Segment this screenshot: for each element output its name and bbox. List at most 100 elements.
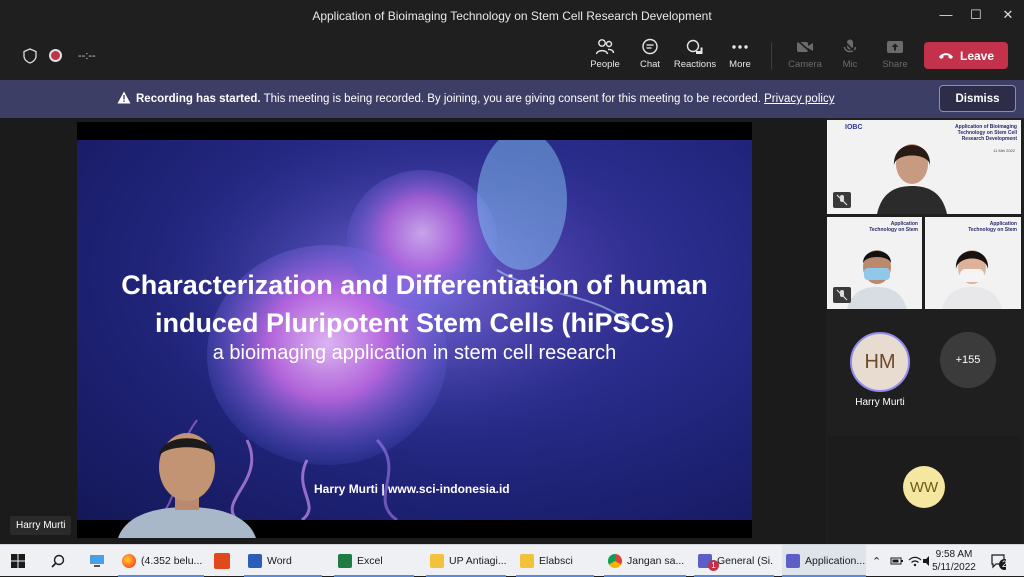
- clock-date: 5/11/2022: [932, 562, 976, 573]
- recording-banner: Recording has started. This meeting is b…: [0, 80, 1024, 118]
- audio-participant-tile[interactable]: WW: [827, 436, 1021, 544]
- presenter-video: [118, 433, 256, 538]
- notification-count: 2: [999, 559, 1006, 570]
- taskbar-label: Elabsci: [539, 555, 573, 567]
- camera-off-icon: [796, 39, 814, 55]
- recording-message-bold: Recording has started.: [136, 93, 261, 105]
- taskbar-firefox[interactable]: (4.352 belu...: [118, 545, 204, 577]
- slide-title-line2: induced Pluripotent Stem Cells (hiPSCs): [154, 308, 675, 338]
- share-label: Share: [882, 59, 908, 70]
- start-button[interactable]: [10, 545, 26, 577]
- participant-video-tile[interactable]: Application Technology on Stem: [827, 217, 922, 309]
- taskbar-label: Jangan sa...: [627, 555, 685, 567]
- battery-icon: [890, 557, 903, 565]
- pdf-reader-icon: [214, 553, 230, 569]
- taskbar-chrome[interactable]: Jangan sa...: [604, 545, 686, 577]
- participant-avatar-ww: WW: [903, 466, 945, 508]
- taskbar-word[interactable]: Word: [244, 545, 322, 577]
- participant-video-tile[interactable]: IOBC Application of Bioimaging Technolog…: [827, 120, 1021, 214]
- taskbar-teams-general[interactable]: 1 General (Si...: [694, 545, 774, 577]
- main-stage: Characterization and Differentiation of …: [0, 118, 826, 544]
- share-button[interactable]: Share: [872, 38, 918, 78]
- window-title: Application of Bioimaging Technology on …: [312, 9, 712, 23]
- presenter-name-tag: Harry Murti: [10, 516, 72, 535]
- chat-label: Chat: [639, 59, 661, 70]
- taskbar-app-pdf[interactable]: [214, 545, 230, 577]
- chrome-icon: [608, 554, 622, 568]
- recording-message-text: This meeting is being recorded. By joini…: [260, 93, 765, 105]
- avatar-initials: WW: [909, 478, 939, 496]
- toolbar-divider: [771, 42, 772, 70]
- recording-indicator-icon: [49, 49, 62, 62]
- people-button[interactable]: People: [582, 38, 628, 78]
- window-titlebar: Application of Bioimaging Technology on …: [0, 0, 1024, 32]
- maximize-button[interactable]: ☐: [960, 4, 992, 26]
- taskbar-excel[interactable]: Excel: [334, 545, 414, 577]
- tile-slide-header: Application Technology on Stem: [968, 221, 1017, 233]
- taskbar-label: Word: [267, 555, 292, 567]
- avatar-initials: HM: [864, 350, 896, 373]
- taskbar-label: Excel: [357, 555, 383, 567]
- tile-slide-date: 11 Mei 2022: [993, 148, 1015, 153]
- close-button[interactable]: ✕: [992, 4, 1024, 26]
- more-icon: [732, 45, 748, 49]
- taskbar-folder-up-antiaging[interactable]: UP Antiagi...: [426, 545, 506, 577]
- warning-icon: [117, 91, 131, 104]
- taskbar-label: UP Antiagi...: [449, 555, 506, 567]
- minimize-button[interactable]: —: [930, 4, 962, 26]
- more-button[interactable]: More: [717, 38, 763, 78]
- notification-center-button[interactable]: 2: [990, 545, 1006, 577]
- shield-icon: [23, 48, 37, 69]
- reactions-icon: [686, 39, 703, 54]
- chevron-up-icon: ⌃: [872, 555, 882, 568]
- participant-avatar-hm[interactable]: HM: [850, 332, 910, 392]
- slide-footer: Harry Murti | www.sci-indonesia.id: [314, 482, 510, 496]
- participant-video: [877, 144, 947, 214]
- leave-button[interactable]: Leave: [924, 42, 1008, 69]
- show-hidden-icons-button[interactable]: ⌃: [872, 545, 881, 577]
- taskbar-label: (4.352 belu...: [141, 555, 203, 567]
- excel-icon: [338, 554, 352, 568]
- taskbar-label: Application...: [805, 555, 866, 567]
- privacy-policy-link[interactable]: Privacy policy: [764, 93, 834, 105]
- windows-logo-icon: [11, 554, 25, 568]
- wifi-icon: [908, 556, 922, 567]
- people-icon: [595, 39, 615, 55]
- leave-label: Leave: [959, 48, 995, 63]
- tile-slide-header: Application Technology on Stem: [869, 221, 918, 233]
- battery-indicator[interactable]: [890, 545, 904, 577]
- participant-name: Harry Murti: [855, 397, 905, 408]
- meeting-timer: --:--: [78, 50, 96, 62]
- taskbar-label: General (Si...: [717, 555, 774, 567]
- mic-off-indicator: [833, 192, 851, 208]
- participant-video: [847, 250, 907, 309]
- share-icon: [887, 41, 903, 53]
- slide-subtitle: a bioimaging application in stem cell re…: [212, 342, 617, 364]
- taskbar-teams-meeting[interactable]: Application...: [782, 545, 866, 577]
- network-indicator[interactable]: [908, 545, 922, 577]
- camera-button[interactable]: Camera: [782, 38, 828, 78]
- participant-video-tile[interactable]: Application Technology on Stem: [925, 217, 1021, 309]
- reactions-button[interactable]: Reactions: [672, 38, 718, 78]
- mic-off-icon: [836, 194, 848, 206]
- camera-label: Camera: [788, 59, 822, 70]
- slide-title-line1: Characterization and Differentiation of …: [121, 270, 708, 300]
- search-button[interactable]: [50, 545, 66, 577]
- overflow-count: +155: [955, 354, 981, 366]
- firefox-icon: [122, 554, 136, 568]
- chat-button[interactable]: Chat: [627, 38, 673, 78]
- mic-button[interactable]: Mic: [827, 38, 873, 78]
- clock-time: 9:58 AM: [935, 549, 973, 560]
- dismiss-button[interactable]: Dismiss: [939, 85, 1016, 112]
- participant-video: [942, 250, 1002, 309]
- tile-logo: IOBC: [845, 124, 863, 131]
- taskbar-folder-elabsci[interactable]: Elabsci: [516, 545, 594, 577]
- more-participants-button[interactable]: +155: [940, 332, 996, 388]
- taskbar-app-unknown[interactable]: [88, 545, 106, 577]
- participant-panel: IOBC Application of Bioimaging Technolog…: [826, 118, 1024, 544]
- system-clock[interactable]: 9:58 AM 5/11/2022: [932, 548, 976, 574]
- mic-label: Mic: [842, 59, 858, 70]
- search-icon: [51, 554, 65, 568]
- phone-hangup-icon: [938, 52, 953, 59]
- recording-message: Recording has started. This meeting is b…: [136, 93, 834, 105]
